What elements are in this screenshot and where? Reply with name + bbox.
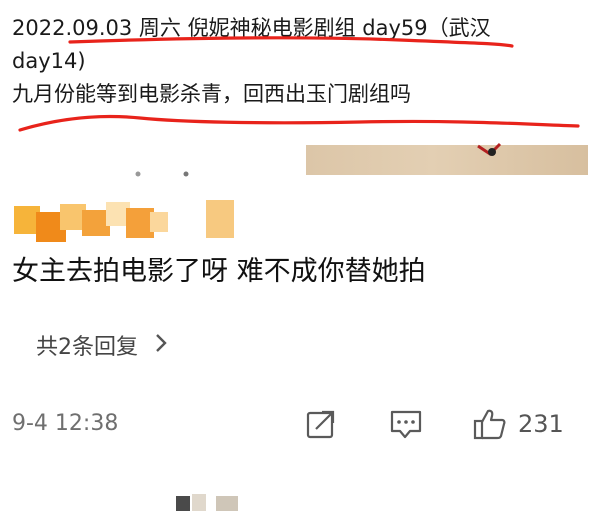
decorative-dots <box>135 171 189 177</box>
thumbs-up-icon <box>473 409 506 440</box>
quoted-post-line-3: 九月份能等到电影杀青，回西出玉门剧组吗 <box>12 82 411 106</box>
photo-detail-mark <box>477 142 502 156</box>
chevron-right-icon <box>154 330 168 366</box>
like-button[interactable]: 231 <box>472 404 564 444</box>
comment-body: 女主去拍电影了呀 难不成你替她拍 <box>12 256 426 287</box>
share-button[interactable] <box>304 404 338 444</box>
comment-timestamp: 9-4 12:38 <box>12 411 119 436</box>
quoted-post-line-1: 2022.09.03 周六 倪妮神秘电影剧组 day59（武汉 <box>12 16 491 40</box>
quoted-post-line-2: day14) <box>12 49 86 73</box>
comment-icon <box>390 410 422 439</box>
share-icon <box>306 410 335 439</box>
comment-button[interactable] <box>388 404 424 444</box>
quoted-post: 2022.09.03 周六 倪妮神秘电影剧组 day59（武汉 day14) 九… <box>12 12 588 111</box>
view-replies-link[interactable]: 共2条回复 <box>36 330 168 366</box>
comment-screen: 2022.09.03 周六 倪妮神秘电影剧组 day59（武汉 day14) 九… <box>0 0 600 511</box>
blurred-username <box>14 200 234 242</box>
like-count: 231 <box>518 410 564 438</box>
next-comment-avatar-blur <box>176 494 238 511</box>
replies-count-label: 共2条回复 <box>36 335 138 360</box>
post-photo-thumbnail[interactable] <box>306 145 588 175</box>
